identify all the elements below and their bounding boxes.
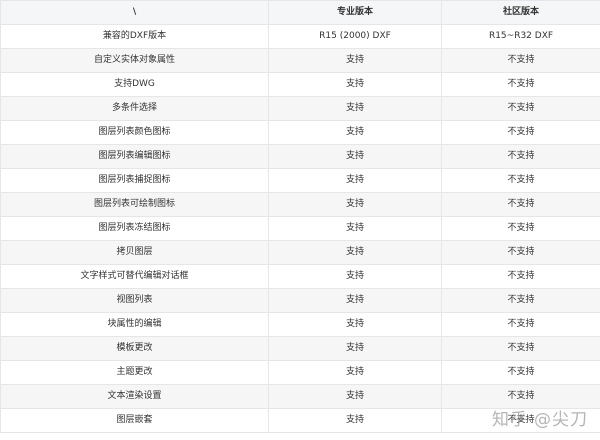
table-row: 图层嵌套 支持 不支持 bbox=[0, 408, 600, 433]
community-version-cell: 不支持 bbox=[441, 360, 600, 385]
feature-cell: 块属性的编辑 bbox=[0, 312, 269, 337]
pro-version-cell: R15 (2000) DXF bbox=[268, 24, 442, 49]
pro-version-cell: 支持 bbox=[268, 336, 442, 361]
feature-cell: 图层列表捕捉图标 bbox=[0, 168, 269, 193]
header-cell-community: 社区版本 bbox=[441, 0, 600, 25]
community-version-cell: R15~R32 DXF bbox=[441, 24, 600, 49]
community-version-cell: 不支持 bbox=[441, 96, 600, 121]
feature-cell: 拷贝图层 bbox=[0, 240, 269, 265]
feature-cell: 图层列表冻结图标 bbox=[0, 216, 269, 241]
table-row: 视图列表 支持 不支持 bbox=[0, 288, 600, 313]
pro-version-cell: 支持 bbox=[268, 240, 442, 265]
community-version-cell: 不支持 bbox=[441, 240, 600, 265]
feature-cell: 主题更改 bbox=[0, 360, 269, 385]
table-row: 块属性的编辑 支持 不支持 bbox=[0, 312, 600, 337]
pro-version-cell: 支持 bbox=[268, 192, 442, 217]
table-row: 图层列表冻结图标 支持 不支持 bbox=[0, 216, 600, 241]
pro-version-cell: 支持 bbox=[268, 312, 442, 337]
table-row: 图层列表可绘制图标 支持 不支持 bbox=[0, 192, 600, 217]
pro-version-cell: 支持 bbox=[268, 48, 442, 73]
pro-version-cell: 支持 bbox=[268, 168, 442, 193]
community-version-cell: 不支持 bbox=[441, 144, 600, 169]
table-row: 主题更改 支持 不支持 bbox=[0, 360, 600, 385]
pro-version-cell: 支持 bbox=[268, 96, 442, 121]
table-row: 图层列表编辑图标 支持 不支持 bbox=[0, 144, 600, 169]
community-version-cell: 不支持 bbox=[441, 288, 600, 313]
pro-version-cell: 支持 bbox=[268, 264, 442, 289]
table-row: 自定义实体对象属性 支持 不支持 bbox=[0, 48, 600, 73]
feature-cell: 图层列表可绘制图标 bbox=[0, 192, 269, 217]
feature-cell: 支持DWG bbox=[0, 72, 269, 97]
community-version-cell: 不支持 bbox=[441, 264, 600, 289]
pro-version-cell: 支持 bbox=[268, 408, 442, 433]
feature-cell: 图层列表颜色图标 bbox=[0, 120, 269, 145]
feature-cell: 兼容的DXF版本 bbox=[0, 24, 269, 49]
community-version-cell: 不支持 bbox=[441, 336, 600, 361]
table-row: 多条件选择 支持 不支持 bbox=[0, 96, 600, 121]
feature-cell: 多条件选择 bbox=[0, 96, 269, 121]
pro-version-cell: 支持 bbox=[268, 144, 442, 169]
pro-version-cell: 支持 bbox=[268, 120, 442, 145]
table-row: 图层列表颜色图标 支持 不支持 bbox=[0, 120, 600, 145]
table-row: 文字样式可替代编辑对话框 支持 不支持 bbox=[0, 264, 600, 289]
pro-version-cell: 支持 bbox=[268, 288, 442, 313]
table-row: 支持DWG 支持 不支持 bbox=[0, 72, 600, 97]
table-row: 模板更改 支持 不支持 bbox=[0, 336, 600, 361]
community-version-cell: 不支持 bbox=[441, 192, 600, 217]
community-version-cell: 不支持 bbox=[441, 384, 600, 409]
table-header: \ 专业版本 社区版本 bbox=[0, 0, 600, 25]
community-version-cell: 不支持 bbox=[441, 168, 600, 193]
header-row: \ 专业版本 社区版本 bbox=[0, 0, 600, 25]
feature-cell: 模板更改 bbox=[0, 336, 269, 361]
community-version-cell: 不支持 bbox=[441, 120, 600, 145]
community-version-cell: 不支持 bbox=[441, 312, 600, 337]
feature-cell: 文字样式可替代编辑对话框 bbox=[0, 264, 269, 289]
table-row: 兼容的DXF版本 R15 (2000) DXF R15~R32 DXF bbox=[0, 24, 600, 49]
community-version-cell: 不支持 bbox=[441, 72, 600, 97]
feature-cell: 自定义实体对象属性 bbox=[0, 48, 269, 73]
feature-cell: 文本渲染设置 bbox=[0, 384, 269, 409]
header-cell-feature: \ bbox=[0, 0, 269, 25]
pro-version-cell: 支持 bbox=[268, 360, 442, 385]
table-row: 拷贝图层 支持 不支持 bbox=[0, 240, 600, 265]
community-version-cell: 不支持 bbox=[441, 48, 600, 73]
pro-version-cell: 支持 bbox=[268, 72, 442, 97]
feature-comparison-table: \ 专业版本 社区版本 兼容的DXF版本 R15 (2000) DXF R15~R3… bbox=[0, 0, 600, 433]
feature-cell: 视图列表 bbox=[0, 288, 269, 313]
table-row: 文本渲染设置 支持 不支持 bbox=[0, 384, 600, 409]
community-version-cell: 不支持 bbox=[441, 216, 600, 241]
header-cell-pro: 专业版本 bbox=[268, 0, 442, 25]
feature-cell: 图层列表编辑图标 bbox=[0, 144, 269, 169]
table-body: 兼容的DXF版本 R15 (2000) DXF R15~R32 DXF 自定义实体对象… bbox=[0, 24, 600, 433]
table-row: 图层列表捕捉图标 支持 不支持 bbox=[0, 168, 600, 193]
pro-version-cell: 支持 bbox=[268, 384, 442, 409]
pro-version-cell: 支持 bbox=[268, 216, 442, 241]
feature-cell: 图层嵌套 bbox=[0, 408, 269, 433]
community-version-cell: 不支持 bbox=[441, 408, 600, 433]
